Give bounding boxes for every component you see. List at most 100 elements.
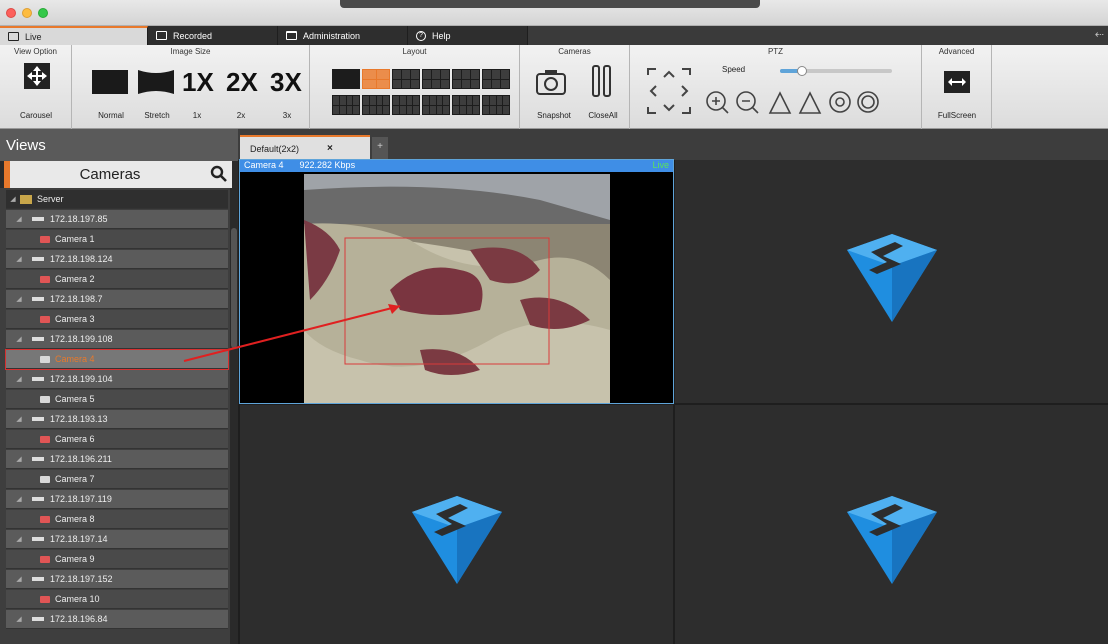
iris-close-icon[interactable] bbox=[857, 91, 879, 113]
tree-camera-item[interactable]: Camera 3 bbox=[6, 310, 228, 329]
add-view-tab-button[interactable]: + bbox=[372, 137, 388, 160]
fullscreen-icon[interactable] bbox=[942, 69, 972, 95]
tab-help[interactable]: ? Help bbox=[408, 26, 528, 45]
ip-host-icon bbox=[32, 537, 44, 541]
group-image-size: Image Size 1X 2X 3X Normal Stretch 1x 2x… bbox=[72, 45, 310, 129]
expand-arrow-icon[interactable]: ◢ bbox=[6, 215, 32, 223]
zoom-3x-icon[interactable]: 3X bbox=[270, 67, 302, 98]
tab-live[interactable]: Live bbox=[0, 26, 148, 45]
zoom-window-button[interactable] bbox=[38, 8, 48, 18]
stretch-label: Stretch bbox=[144, 111, 170, 120]
folder-icon bbox=[286, 31, 297, 40]
video-cell-4[interactable] bbox=[675, 405, 1108, 644]
view-tab-bar: Default(2x2) × + bbox=[238, 129, 1108, 160]
zoom-2x-icon[interactable]: 2X bbox=[226, 67, 258, 98]
tab-recorded-label: Recorded bbox=[173, 30, 213, 41]
expand-arrow-icon[interactable]: ◢ bbox=[6, 535, 32, 543]
minimize-window-button[interactable] bbox=[22, 8, 32, 18]
layout-2p8-icon[interactable] bbox=[422, 95, 450, 115]
layout-1x1-icon[interactable] bbox=[332, 69, 360, 89]
back-arrow-icon[interactable]: ⇠ bbox=[1095, 28, 1104, 41]
tree-scrollbar[interactable] bbox=[230, 188, 238, 644]
tab-live-label: Live bbox=[25, 31, 42, 42]
layout-title: Layout bbox=[402, 47, 427, 56]
tab-administration[interactable]: Administration bbox=[278, 26, 408, 45]
stretch-size-icon[interactable] bbox=[136, 68, 176, 96]
zoom-3x-label: 3x bbox=[282, 111, 292, 120]
speed-slider[interactable] bbox=[780, 66, 892, 76]
tree-camera-item[interactable]: Camera 4 bbox=[5, 349, 229, 370]
tree-ip-item[interactable]: ◢ 172.18.196.211 bbox=[6, 450, 228, 469]
tree-ip-item[interactable]: ◢ 172.18.198.124 bbox=[6, 250, 228, 269]
zoom-in-icon[interactable] bbox=[706, 91, 729, 114]
expand-arrow-icon[interactable]: ◢ bbox=[6, 615, 32, 623]
zoom-out-icon[interactable] bbox=[736, 91, 759, 114]
iris-open-icon[interactable] bbox=[829, 91, 851, 113]
expand-arrow-icon[interactable]: ◢ bbox=[6, 295, 32, 303]
tree-camera-item[interactable]: Camera 9 bbox=[6, 550, 228, 569]
layout-1p12-icon[interactable] bbox=[362, 95, 390, 115]
expand-arrow-icon[interactable]: ◢ bbox=[6, 455, 32, 463]
close-view-tab-button[interactable]: × bbox=[327, 143, 333, 154]
layout-1p5-icon[interactable] bbox=[392, 69, 420, 89]
expand-arrow-icon[interactable]: ◢ bbox=[6, 255, 32, 263]
normal-size-icon[interactable] bbox=[92, 70, 128, 94]
video-cell-2[interactable] bbox=[675, 160, 1108, 403]
search-icon[interactable] bbox=[210, 165, 228, 183]
tab-recorded[interactable]: Recorded bbox=[148, 26, 278, 45]
tab-default-2x2[interactable]: Default(2x2) × bbox=[240, 135, 370, 160]
tree-ip-item[interactable]: ◢ 172.18.198.7 bbox=[6, 290, 228, 309]
close-window-button[interactable] bbox=[6, 8, 16, 18]
tree-camera-item[interactable]: Camera 7 bbox=[6, 470, 228, 489]
speed-slider-knob[interactable] bbox=[797, 66, 808, 76]
tree-server-item[interactable]: ◢ Server bbox=[6, 190, 228, 209]
video-grid: Camera 4 922.282 Kbps Live bbox=[238, 159, 1108, 644]
expand-arrow-icon[interactable]: ◢ bbox=[6, 575, 32, 583]
layout-2x2-icon[interactable] bbox=[362, 69, 390, 89]
tree-camera-item[interactable]: Camera 1 bbox=[6, 230, 228, 249]
video-cell-3[interactable] bbox=[240, 405, 673, 644]
tree-ip-item[interactable]: ◢ 172.18.199.104 bbox=[6, 370, 228, 389]
layout-4x4-icon[interactable] bbox=[332, 95, 360, 115]
expand-arrow-icon[interactable]: ◢ bbox=[6, 415, 32, 423]
expand-arrow-icon[interactable]: ◢ bbox=[6, 495, 32, 503]
snapshot-icon[interactable] bbox=[534, 65, 568, 99]
layout-1p7-icon[interactable] bbox=[452, 69, 480, 89]
ip-host-icon bbox=[32, 257, 44, 261]
ptz-direction-pad-icon[interactable] bbox=[644, 65, 694, 117]
tree-scrollbar-thumb[interactable] bbox=[231, 228, 237, 348]
focus-near-icon[interactable] bbox=[768, 91, 792, 114]
carousel-icon[interactable] bbox=[22, 61, 52, 91]
tree-ip-item[interactable]: ◢ 172.18.193.13 bbox=[6, 410, 228, 429]
expand-arrow-icon[interactable]: ◢ bbox=[6, 195, 20, 203]
tree-camera-item[interactable]: Camera 10 bbox=[6, 590, 228, 609]
tree-item-label: 172.18.196.84 bbox=[50, 614, 108, 624]
layout-8x8-icon[interactable] bbox=[482, 95, 510, 115]
layout-1p9-icon[interactable] bbox=[482, 69, 510, 89]
tree-ip-item[interactable]: ◢ 172.18.197.152 bbox=[6, 570, 228, 589]
camera-name: Camera 4 bbox=[244, 160, 284, 170]
ip-host-icon bbox=[32, 577, 44, 581]
camera-tree: ◢ Server ◢ 172.18.197.85 Camera 1 ◢ 172.18.198… bbox=[0, 188, 238, 644]
layout-5x5-icon[interactable] bbox=[392, 95, 420, 115]
layout-6x6-icon[interactable] bbox=[452, 95, 480, 115]
focus-far-icon[interactable] bbox=[798, 91, 822, 114]
tree-camera-item[interactable]: Camera 8 bbox=[6, 510, 228, 529]
tree-ip-item[interactable]: ◢ 172.18.197.14 bbox=[6, 530, 228, 549]
expand-arrow-icon[interactable]: ◢ bbox=[6, 375, 32, 383]
tree-item-label: Camera 1 bbox=[55, 234, 95, 244]
tree-ip-item[interactable]: ◢ 172.18.197.85 bbox=[6, 210, 228, 229]
close-all-icon[interactable] bbox=[590, 63, 614, 99]
tree-camera-item[interactable]: Camera 2 bbox=[6, 270, 228, 289]
zoom-1x-icon[interactable]: 1X bbox=[182, 67, 214, 98]
tree-item-label: 172.18.193.13 bbox=[50, 414, 108, 424]
layout-3x3-icon[interactable] bbox=[422, 69, 450, 89]
tree-ip-item[interactable]: ◢ 172.18.197.119 bbox=[6, 490, 228, 509]
expand-arrow-icon[interactable]: ◢ bbox=[6, 335, 32, 343]
video-cell-1[interactable]: Camera 4 922.282 Kbps Live bbox=[239, 159, 674, 404]
tree-ip-item[interactable]: ◢ 172.18.196.84 bbox=[6, 610, 228, 629]
tree-camera-item[interactable]: Camera 5 bbox=[6, 390, 228, 409]
tree-camera-item[interactable]: Camera 6 bbox=[6, 430, 228, 449]
camera-bitrate: 922.282 Kbps bbox=[299, 160, 356, 170]
tree-ip-item[interactable]: ◢ 172.18.199.108 bbox=[6, 330, 228, 349]
